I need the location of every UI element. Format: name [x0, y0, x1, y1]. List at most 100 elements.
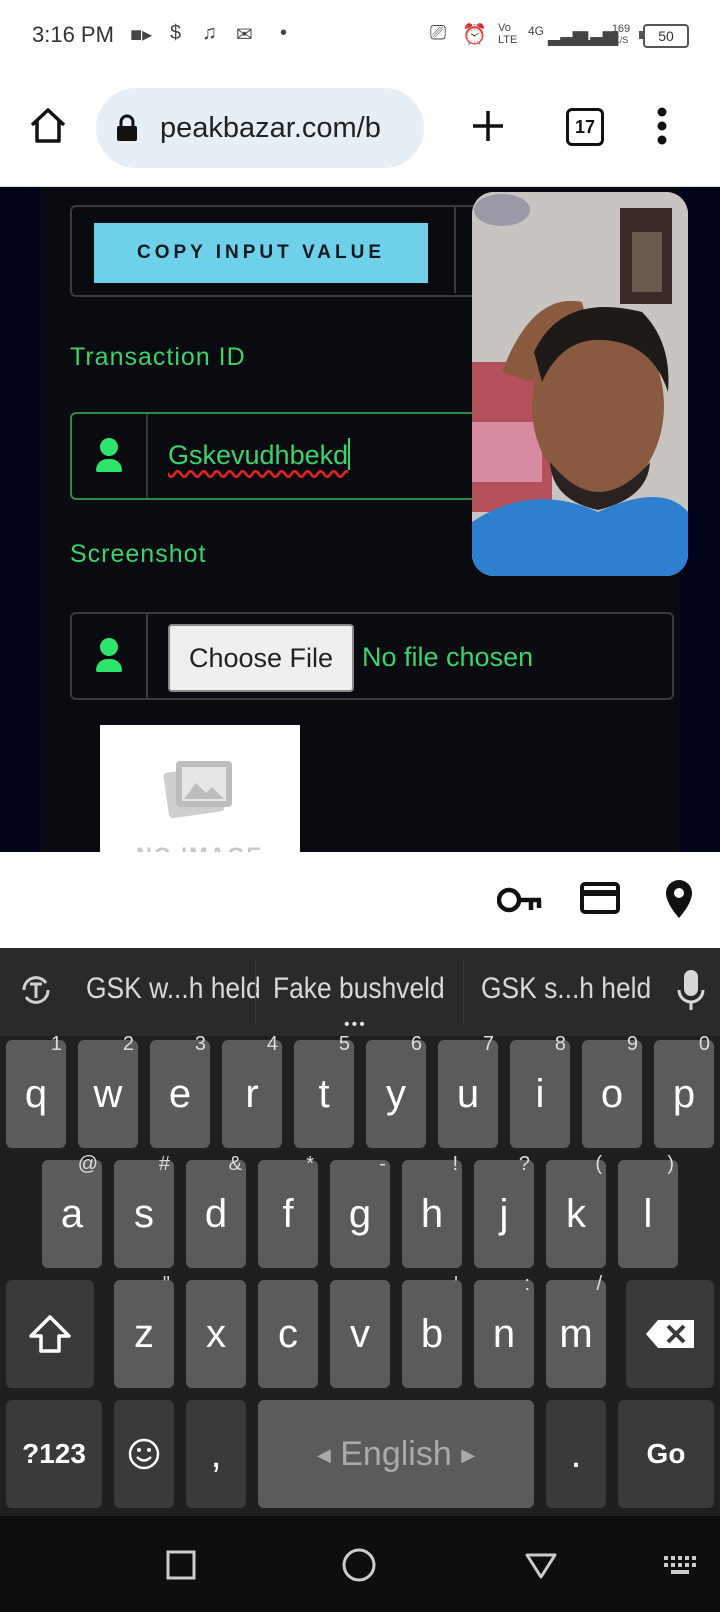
network-speed-value: 169	[611, 23, 631, 35]
suggestion-1[interactable]: GSK w...h held	[86, 972, 261, 1006]
url-text[interactable]: peakbazar.com/b	[160, 112, 412, 145]
on-screen-keyboard: GSK w...h held Fake bushveld ••• GSK s..…	[0, 948, 720, 1516]
shift-arrow-icon	[29, 1315, 71, 1353]
home-icon[interactable]	[28, 106, 68, 146]
key-p[interactable]: p0	[654, 1033, 714, 1148]
user-icon-cell	[72, 614, 148, 698]
screenshot-label: Screenshot	[70, 540, 207, 568]
suggestion-2[interactable]: Fake bushveld	[273, 972, 445, 1006]
battery-icon: 50	[643, 24, 689, 48]
video-camera-icon: ■▸	[130, 24, 153, 46]
key-h[interactable]: h!	[402, 1153, 462, 1268]
key-o[interactable]: o9	[582, 1033, 642, 1148]
copy-input-value-button[interactable]: COPY INPUT VALUE	[94, 223, 428, 283]
key-z[interactable]: z "	[114, 1273, 174, 1388]
navigation-bar	[0, 1516, 720, 1612]
period-key[interactable]: .	[546, 1400, 606, 1508]
image-preview: NO IMAGE	[100, 725, 300, 852]
tab-switcher-button[interactable]: 17	[566, 108, 604, 146]
mail-icon: ✉	[236, 24, 253, 46]
backspace-key[interactable]	[626, 1280, 714, 1388]
network-speed-unit: K/S	[613, 35, 629, 45]
clock: 3:16 PM	[32, 22, 114, 47]
key-hint: 0	[698, 1033, 710, 1055]
key-label: t	[318, 1072, 330, 1116]
shift-key[interactable]	[6, 1280, 94, 1388]
network-type: 4G	[528, 24, 545, 38]
key-icon[interactable]	[497, 886, 543, 914]
key-f[interactable]: f *	[258, 1153, 318, 1268]
key-label: l	[643, 1192, 653, 1236]
text-correction-icon[interactable]	[18, 972, 54, 1008]
key-label: r	[245, 1072, 259, 1116]
more-notifications-icon: •	[280, 22, 288, 44]
key-m[interactable]: m /	[546, 1273, 606, 1388]
key-label: b	[420, 1312, 444, 1356]
recent-apps-icon[interactable]	[166, 1550, 196, 1580]
key-c[interactable]: c	[258, 1280, 318, 1388]
key-y[interactable]: y6	[366, 1033, 426, 1148]
key-x[interactable]: x	[186, 1280, 246, 1388]
symbols-key[interactable]: ?123	[6, 1400, 102, 1508]
lock-icon[interactable]	[116, 114, 138, 142]
address-bar[interactable]: peakbazar.com/b	[96, 88, 424, 168]
credit-card-icon[interactable]	[580, 882, 620, 914]
key-label: y	[386, 1072, 406, 1116]
keyboard-hide-icon[interactable]	[664, 1556, 696, 1574]
key-hint: 2	[122, 1033, 134, 1055]
key-q[interactable]: q1	[6, 1033, 66, 1148]
comma-key[interactable]: ,	[186, 1400, 246, 1508]
video-call-overlay[interactable]	[472, 192, 688, 576]
no-image-caption: NO IMAGE	[136, 843, 263, 852]
key-label: v	[350, 1312, 370, 1356]
key-hint: )	[667, 1153, 674, 1175]
key-label: k	[566, 1192, 586, 1236]
alarm-icon: ⏰	[462, 24, 487, 46]
user-icon-cell	[72, 414, 148, 498]
key-label: q	[24, 1072, 48, 1116]
space-key[interactable]: ◀ English ▶	[258, 1400, 534, 1508]
key-hint: 8	[554, 1033, 566, 1055]
go-key[interactable]: Go	[618, 1400, 714, 1508]
key-d[interactable]: d &	[186, 1153, 246, 1268]
user-icon	[100, 638, 118, 656]
key-g[interactable]: g-	[330, 1153, 390, 1268]
key-label: g	[348, 1192, 372, 1236]
new-tab-icon[interactable]	[470, 108, 506, 144]
key-hint: 3	[194, 1033, 206, 1055]
transaction-id-label: Transaction ID	[70, 343, 246, 371]
key-label: d	[204, 1192, 228, 1236]
overflow-menu-icon[interactable]	[656, 106, 668, 146]
key-label: o	[600, 1072, 624, 1116]
status-bar: 3:16 PM ■▸ $ ♫ ✉ • ⎚ ⏰ Vo LTE 4G ▂▃▅ ▂▃▅…	[0, 0, 720, 72]
key-t[interactable]: t5	[294, 1033, 354, 1148]
user-icon-body	[96, 459, 122, 472]
cast-icon: ⎚	[430, 22, 446, 44]
key-b[interactable]: b '	[402, 1273, 462, 1388]
key-hint: -	[379, 1153, 386, 1175]
key-v[interactable]: v	[330, 1280, 390, 1388]
emoji-icon	[128, 1438, 160, 1470]
autofill-bar	[0, 852, 720, 948]
emoji-key[interactable]	[114, 1400, 174, 1508]
backspace-icon	[646, 1320, 694, 1348]
location-pin-icon[interactable]	[664, 878, 694, 920]
key-hint: 1	[50, 1033, 62, 1055]
keyboard-row-2: a @ s # d & f * g - h! j? k(l)	[0, 1153, 720, 1268]
key-label: c	[278, 1312, 298, 1356]
transaction-id-input[interactable]: Gskevudhbekd	[168, 438, 351, 471]
keyboard-row-3: z " x c v b ' n: m /	[0, 1273, 720, 1388]
key-hint: @	[77, 1153, 98, 1175]
suggestion-3[interactable]: GSK s...h held	[481, 972, 651, 1006]
choose-file-button[interactable]: Choose File	[168, 624, 354, 692]
key-a[interactable]: a @	[42, 1153, 102, 1268]
key-u[interactable]: u7	[438, 1033, 498, 1148]
key-label: p	[672, 1072, 696, 1116]
suggestion-strip: GSK w...h held Fake bushveld ••• GSK s..…	[0, 948, 720, 1036]
key-label: w	[93, 1072, 123, 1116]
back-icon[interactable]	[524, 1552, 558, 1580]
key-label: u	[456, 1072, 480, 1116]
key-n[interactable]: n:	[474, 1273, 534, 1388]
key-l[interactable]: l)	[618, 1153, 678, 1268]
home-button-icon[interactable]	[342, 1548, 376, 1582]
